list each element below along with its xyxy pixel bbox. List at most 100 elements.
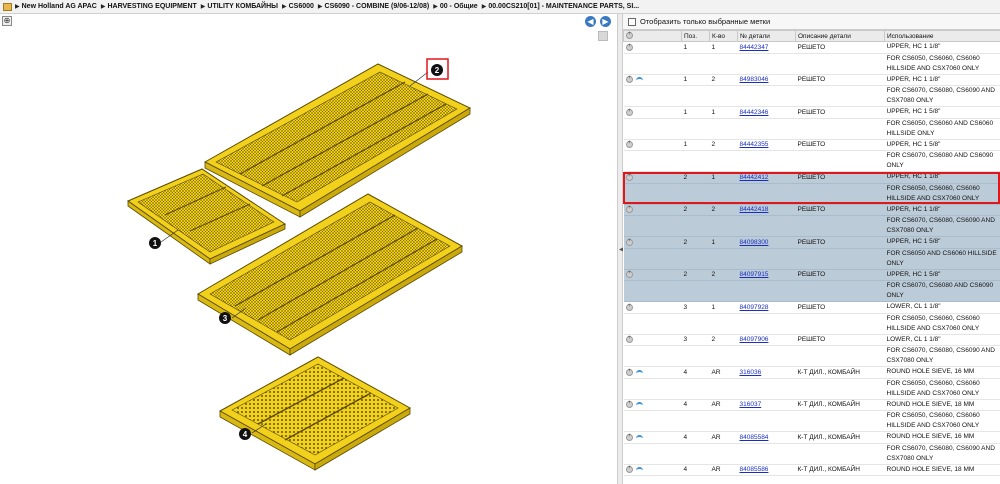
part-number-link[interactable]: 316036: [740, 369, 762, 376]
breadcrumb-item[interactable]: 00.00CS210[01] - MAINTENANCE PARTS, SI..…: [488, 3, 639, 10]
table-row-continuation[interactable]: FOR CS6070, CS6080, CS6090 AND CSX7080 O…: [623, 215, 1000, 237]
table-row[interactable]: 3184097928 РЕШЕТОLOWER, CL 1 1/8": [623, 301, 1000, 314]
part-number-link[interactable]: 84442412: [740, 174, 769, 181]
table-row-continuation[interactable]: FOR CS6070, CS6080, CS6090 AND CSX7080 O…: [623, 345, 1000, 367]
callout-4[interactable]: 4: [239, 428, 251, 440]
part-2-upper-sieve[interactable]: [203, 63, 472, 218]
add-to-cart-icon[interactable]: [625, 400, 633, 409]
add-to-cart-icon[interactable]: [625, 465, 633, 474]
add-to-cart-icon[interactable]: [625, 433, 633, 441]
part-number-link[interactable]: 316037: [740, 401, 762, 408]
part-number-link[interactable]: 84085586: [740, 466, 769, 473]
description-cell: РЕШЕТО: [795, 204, 885, 216]
breadcrumb-item[interactable]: New Holland AG APAC: [22, 3, 97, 10]
description-cell: [795, 118, 885, 140]
add-to-cart-icon[interactable]: [625, 303, 633, 311]
callout-2[interactable]: 2: [426, 58, 449, 80]
related-parts-icon[interactable]: [635, 402, 643, 407]
row-actions-cell: [623, 313, 682, 335]
part-4-round-hole-sieve[interactable]: [218, 356, 412, 471]
col-header-description[interactable]: Описание детали: [795, 30, 885, 42]
related-parts-icon[interactable]: [635, 369, 643, 375]
table-row-continuation[interactable]: FOR CS6050, CS6060, CS6060 HILLSIDE AND …: [623, 183, 1000, 205]
table-row[interactable]: 4AR316036 К-Т ДИЛ., КОМБАЙНROUND HOLE SIE…: [623, 366, 1000, 379]
part-number-link[interactable]: 84097906: [740, 336, 769, 343]
pos-cell: 3: [681, 334, 710, 346]
part-number-link[interactable]: 84098300: [740, 239, 769, 246]
table-row[interactable]: 2184098300 РЕШЕТОUPPER, HC 1 5/8": [623, 236, 1000, 249]
part-number-link[interactable]: 84442347: [740, 44, 769, 51]
table-row-continuation[interactable]: FOR CS6070, CS6080, CS6090 AND CSX7080 O…: [623, 85, 1000, 107]
table-row-continuation[interactable]: FOR CS6050, CS6060, CS6060 HILLSIDE AND …: [623, 313, 1000, 335]
add-to-cart-icon[interactable]: [625, 335, 633, 344]
part-number-link[interactable]: 84983046: [740, 76, 769, 83]
add-to-cart-icon[interactable]: [625, 368, 633, 376]
table-row[interactable]: 1184442347РЕШЕТОUPPER, HC 1 1/8": [623, 41, 1000, 54]
table-row-continuation[interactable]: FOR CS6070, CS6080 AND CS6090 ONLY: [623, 150, 1000, 172]
part-number-link[interactable]: 84442346: [740, 109, 769, 116]
breadcrumb-item[interactable]: UTILITY КОМБАЙНЫ: [207, 3, 278, 10]
usage-cell: FOR CS6070, CS6080, CS6090 AND CSX7080 O…: [884, 85, 1000, 107]
col-header-part-number[interactable]: № детали: [737, 30, 796, 42]
table-row[interactable]: 1184442346РЕШЕТОUPPER, HC 1 5/8": [623, 106, 1000, 119]
table-row[interactable]: 2284442418РЕШЕТОUPPER, HC 1 1/8": [623, 204, 1000, 216]
usage-cell: FOR CS6070, CS6080, CS6090 AND CSX7080 O…: [884, 345, 1000, 367]
pos-cell: 3: [681, 301, 710, 314]
table-row-continuation[interactable]: FOR CS6050, CS6060, CS6060 HILLSIDE AND …: [623, 410, 1000, 432]
col-header-usage[interactable]: Использование: [884, 30, 1000, 42]
row-actions-cell: [623, 464, 682, 476]
add-all-icon[interactable]: [626, 31, 633, 40]
part-number-cell: 84085586: [737, 464, 796, 476]
related-parts-icon[interactable]: [635, 467, 643, 472]
col-header-pos[interactable]: Поз.: [681, 30, 710, 42]
breadcrumb-item[interactable]: HARVESTING EQUIPMENT: [107, 3, 196, 10]
table-row[interactable]: 2184442412 РЕШЕТОUPPER, HC 1 1/8": [623, 171, 1000, 184]
table-row-continuation[interactable]: FOR CS6050 AND CS6060 HILLSIDE ONLY: [623, 248, 1000, 270]
breadcrumb-item[interactable]: 00 - Общие: [440, 3, 478, 10]
svg-text:1: 1: [153, 239, 158, 248]
table-row[interactable]: 4AR84085584 К-Т ДИЛ., КОМБАЙНROUND HOLE S…: [623, 431, 1000, 444]
related-parts-icon[interactable]: [635, 434, 643, 440]
part-number-link[interactable]: 84097915: [740, 271, 769, 278]
part-number-link[interactable]: 84097928: [740, 304, 769, 311]
table-row[interactable]: 2284097915РЕШЕТОUPPER, HC 1 5/8": [623, 269, 1000, 281]
col-header-qty[interactable]: К-во: [709, 30, 738, 42]
part-number-link[interactable]: 84085584: [740, 434, 769, 441]
add-to-cart-icon[interactable]: [625, 108, 633, 116]
part-number-cell: [737, 378, 796, 400]
pos-cell: [681, 410, 710, 432]
qty-cell: AR: [709, 366, 738, 379]
col-header-select[interactable]: [623, 30, 682, 42]
usage-cell: UPPER, HC 1 5/8": [884, 269, 1000, 281]
table-row[interactable]: 4AR316037 К-Т ДИЛ., КОМБАЙНROUND HOLE SIE…: [623, 399, 1000, 411]
table-row-continuation[interactable]: FOR CS6070, CS6080 AND CS6090 ONLY: [623, 280, 1000, 302]
table-row-continuation[interactable]: FOR CS6050, CS6060 AND CS6060 HILLSIDE O…: [623, 118, 1000, 140]
callout-3[interactable]: 3: [219, 312, 231, 324]
breadcrumb-item[interactable]: CS6000: [289, 3, 314, 10]
table-row[interactable]: 3284097906 РЕШЕТОLOWER, CL 1 1/8": [623, 334, 1000, 346]
table-row[interactable]: 4AR84085586 К-Т ДИЛ., КОМБАЙНROUND HOLE S…: [623, 464, 1000, 476]
show-selected-only-checkbox[interactable]: [628, 17, 636, 26]
add-to-cart-icon[interactable]: [625, 43, 633, 51]
related-parts-icon[interactable]: [635, 77, 643, 82]
app-window: ▶ New Holland AG APAC ▶ HARVESTING EQUIPMEN…: [0, 0, 1000, 484]
add-to-cart-icon[interactable]: [625, 75, 633, 84]
add-to-cart-icon[interactable]: [625, 238, 633, 246]
add-to-cart-icon[interactable]: [625, 140, 633, 149]
table-row[interactable]: 1284442355 РЕШЕТОUPPER, HC 1 5/8": [623, 139, 1000, 151]
table-row[interactable]: 1284983046 РЕШЕТОUPPER, HC 1 1/8": [623, 74, 1000, 86]
row-actions-cell: [623, 410, 682, 432]
description-cell: РЕШЕТО: [795, 106, 885, 119]
table-row-continuation[interactable]: FOR CS6050, CS6060, CS6060 HILLSIDE AND …: [623, 378, 1000, 400]
qty-cell: 2: [709, 139, 738, 151]
part-number-link[interactable]: 84442355: [740, 141, 769, 148]
add-to-cart-icon[interactable]: [625, 270, 633, 279]
table-row-continuation[interactable]: FOR CS6050, CS6060, CS6060 HILLSIDE AND …: [623, 53, 1000, 75]
table-row-continuation[interactable]: FOR CS6070, CS6080, CS6090 AND CSX7080 O…: [623, 443, 1000, 465]
table-header: Поз. К-во № детали Описание детали Испол…: [623, 30, 1000, 42]
add-to-cart-icon[interactable]: [625, 205, 633, 214]
callout-1[interactable]: 1: [149, 237, 161, 249]
part-number-link[interactable]: 84442418: [740, 206, 769, 213]
add-to-cart-icon[interactable]: [625, 173, 633, 181]
breadcrumb-item[interactable]: CS6090 - COMBINE (9/06-12/08): [325, 3, 430, 10]
